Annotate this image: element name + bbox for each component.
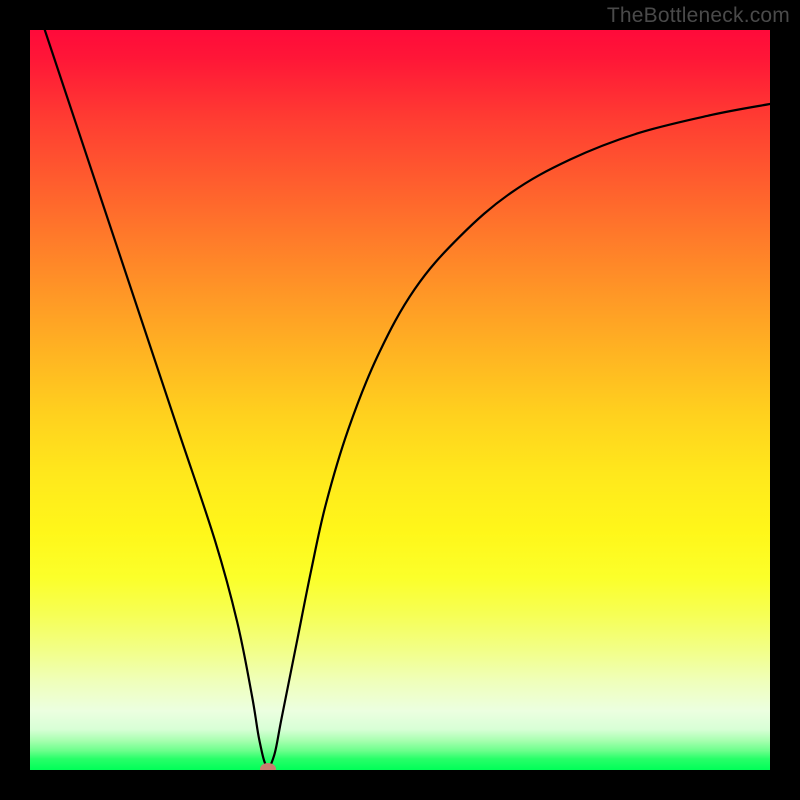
optimum-marker bbox=[260, 763, 276, 770]
chart-curve-svg bbox=[30, 30, 770, 770]
plot-area bbox=[30, 30, 770, 770]
watermark-text: TheBottleneck.com bbox=[607, 4, 790, 28]
bottleneck-curve-path bbox=[45, 30, 770, 767]
